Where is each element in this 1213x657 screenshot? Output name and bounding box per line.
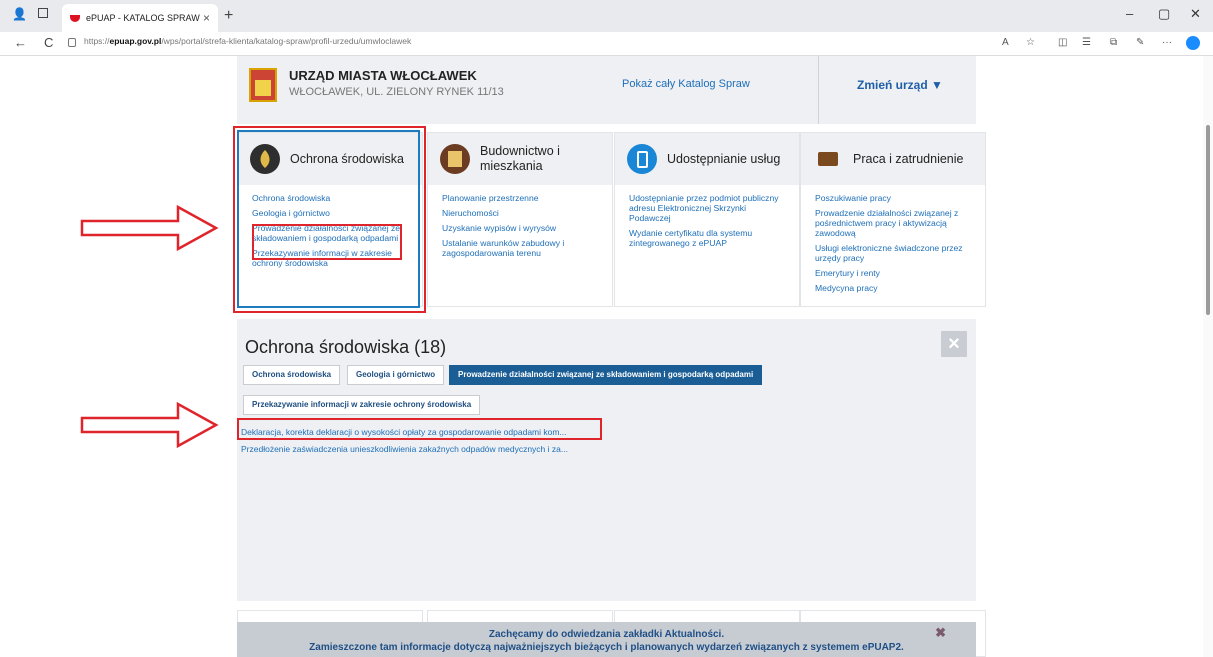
filter-chip[interactable]: Ochrona środowiska	[243, 365, 341, 385]
card-link[interactable]: Udostępnianie przez podmiot publiczny ad…	[629, 193, 785, 223]
annotation-arrow-icon	[80, 401, 219, 449]
card-link[interactable]: Uzyskanie wypisów i wyrysów	[442, 223, 598, 233]
maximize-button[interactable]: ▢	[1158, 6, 1170, 22]
office-name: URZĄD MIASTA WŁOCŁAWEK	[289, 68, 477, 83]
notice-close-icon[interactable]: ✖	[935, 626, 946, 639]
category-card-udostepnianie[interactable]: Udostępnianie usług Udostępnianie przez …	[614, 132, 800, 307]
new-tab-button[interactable]: +	[224, 7, 233, 25]
address-bar-row: ← C https://epuap.gov.pl/wps/portal/stre…	[0, 32, 1213, 56]
card-link[interactable]: Medycyna pracy	[815, 283, 971, 293]
favorites-icon[interactable]: ☰	[1082, 37, 1091, 48]
category-detail-panel: Ochrona środowiska (18) × Ochrona środow…	[237, 319, 976, 601]
close-window-button[interactable]: ✕	[1190, 6, 1201, 22]
mobile-icon	[627, 144, 657, 174]
filter-chip-active[interactable]: Prowadzenie działalności związanej ze sk…	[449, 365, 763, 385]
annotation-blue-box-card	[237, 130, 420, 308]
card-link[interactable]: Wydanie certyfikatu dla systemu zintegro…	[629, 228, 785, 248]
result-link[interactable]: Przedłożenie zaświadczenia unieszkodliwi…	[241, 444, 568, 454]
office-address: WŁOCŁAWEK, UL. ZIELONY RYNEK 11/13	[289, 86, 504, 98]
copilot-icon[interactable]	[1186, 36, 1200, 50]
filter-chip[interactable]: Geologia i górnictwo	[347, 365, 445, 385]
minimize-button[interactable]: –	[1126, 6, 1133, 21]
office-header: URZĄD MIASTA WŁOCŁAWEK WŁOCŁAWEK, UL. ZI…	[237, 56, 976, 124]
card-link[interactable]: Emerytury i renty	[815, 268, 971, 278]
page-content: URZĄD MIASTA WŁOCŁAWEK WŁOCŁAWEK, UL. ZI…	[0, 56, 1213, 657]
card-link[interactable]: Ustalanie warunków zabudowy i zagospodar…	[442, 238, 598, 258]
url-field[interactable]: https://epuap.gov.pl/wps/portal/strefa-k…	[84, 36, 411, 46]
page-scrollbar-thumb[interactable]	[1206, 125, 1210, 315]
notice-line-1: Zachęcamy do odwiedzania zakładki Aktual…	[488, 629, 725, 640]
split-screen-icon[interactable]: ◫	[1058, 37, 1067, 48]
card-link[interactable]: Poszukiwanie pracy	[815, 193, 971, 203]
card-header[interactable]: Budownictwo i mieszkania	[428, 133, 612, 185]
more-icon[interactable]: ···	[1162, 37, 1172, 48]
annotation-red-box-result	[237, 418, 602, 440]
card-link[interactable]: Nieruchomości	[442, 208, 598, 218]
annotation-arrow-icon	[80, 204, 219, 252]
tab-title: ePUAP - KATALOG SPRAW	[86, 13, 200, 23]
favorite-star-icon[interactable]: ☆	[1026, 37, 1035, 48]
card-header[interactable]: Udostępnianie usług	[615, 133, 799, 185]
news-notice-banner: Zachęcamy do odwiedzania zakładki Aktual…	[237, 622, 976, 657]
panel-title: Ochrona środowiska (18)	[245, 337, 447, 357]
filter-chip[interactable]: Przekazywanie informacji w zakresie ochr…	[243, 395, 481, 415]
show-catalog-link[interactable]: Pokaż cały Katalog Spraw	[622, 78, 750, 90]
read-aloud-icon[interactable]: A	[1002, 37, 1009, 48]
card-title: Udostępnianie usług	[667, 151, 781, 166]
tab-close-icon[interactable]: ×	[203, 11, 210, 25]
annotation-red-box-link	[252, 224, 402, 260]
tab-actions-icon[interactable]	[38, 8, 48, 18]
notice-line-2: Zamieszczone tam informacje dotyczą najw…	[309, 642, 904, 653]
card-title: Praca i zatrudnienie	[853, 151, 964, 166]
profile-icon[interactable]: 👤	[12, 7, 27, 21]
collections-icon[interactable]: ⧉	[1110, 37, 1117, 48]
panel-close-button[interactable]: ×	[941, 331, 967, 357]
card-header[interactable]: Praca i zatrudnienie	[801, 133, 985, 185]
card-link[interactable]: Usługi elektroniczne świadczone przez ur…	[815, 243, 971, 263]
card-title: Budownictwo i mieszkania	[480, 144, 560, 173]
building-icon	[440, 144, 470, 174]
browser-tab[interactable]: ePUAP - KATALOG SPRAW ×	[62, 4, 218, 32]
header-divider	[818, 56, 819, 124]
epuap-favicon-icon	[70, 14, 80, 22]
reload-icon[interactable]: C	[44, 35, 53, 50]
category-card-budownictwo[interactable]: Budownictwo i mieszkania Planowanie prze…	[427, 132, 613, 307]
back-icon[interactable]: ←	[14, 35, 27, 50]
lock-icon[interactable]	[68, 38, 76, 47]
city-crest-icon	[249, 68, 277, 102]
category-card-praca[interactable]: Praca i zatrudnienie Poszukiwanie pracy …	[800, 132, 986, 307]
extensions-icon[interactable]: ✎	[1136, 37, 1144, 48]
briefcase-icon	[813, 144, 843, 174]
card-link[interactable]: Prowadzenie działalności związanej z poś…	[815, 208, 971, 238]
card-link[interactable]: Planowanie przestrzenne	[442, 193, 598, 203]
change-office-button[interactable]: Zmień urząd ▼	[857, 78, 943, 92]
browser-tab-bar: 👤 ePUAP - KATALOG SPRAW × + – ▢ ✕	[0, 0, 1213, 32]
